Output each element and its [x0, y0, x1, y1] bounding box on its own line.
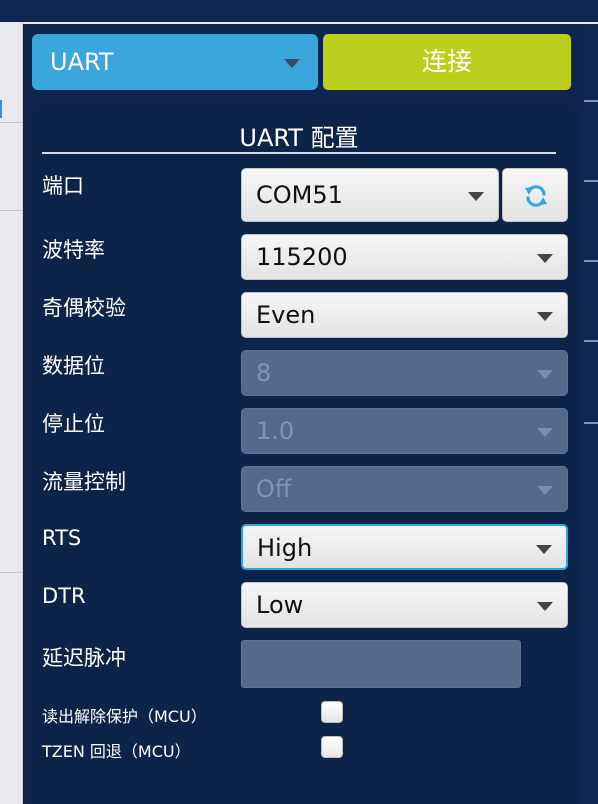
interface-mode-value: UART [50, 48, 114, 76]
port-label: 端口 [42, 174, 84, 198]
read-unprotect-label: 读出解除保护（MCU） [42, 707, 207, 726]
interface-mode-select[interactable]: UART [32, 34, 318, 90]
connect-button[interactable]: 连接 [323, 34, 571, 90]
rts-label: RTS [42, 526, 82, 550]
right-strip-tick [584, 422, 598, 424]
right-strip-tick [584, 340, 598, 342]
flow-control-value: Off [256, 475, 292, 503]
baudrate-label: 波特率 [42, 238, 105, 262]
refresh-icon [525, 185, 547, 207]
tzen-regression-checkbox[interactable] [321, 736, 343, 758]
read-unprotect-checkbox[interactable] [321, 701, 343, 723]
parity-value: Even [256, 301, 316, 329]
refresh-ports-button[interactable] [502, 168, 568, 222]
chevron-down-icon [537, 312, 553, 321]
left-panel-divider [0, 122, 22, 123]
dtr-select[interactable]: Low [241, 582, 568, 628]
uart-config-title: UART 配置 [239, 124, 359, 152]
right-strip-tick [584, 180, 598, 182]
dtr-label: DTR [42, 584, 86, 608]
delay-pulse-label: 延迟脉冲 [42, 646, 126, 670]
left-side-panel [0, 22, 23, 804]
right-strip-tick [584, 260, 598, 262]
stopbits-select: 1.0 [241, 408, 568, 454]
chevron-down-icon [536, 545, 552, 554]
port-value: COM51 [256, 181, 343, 209]
chevron-down-icon [537, 370, 553, 379]
chevron-down-icon [537, 486, 553, 495]
parity-select[interactable]: Even [241, 292, 568, 338]
chevron-down-icon [537, 254, 553, 263]
left-panel-divider [0, 572, 22, 573]
flow-control-select: Off [241, 466, 568, 512]
right-strip-tick [584, 100, 598, 102]
databits-value: 8 [256, 359, 272, 387]
left-panel-marker [0, 100, 2, 118]
chevron-down-icon [284, 59, 300, 68]
baudrate-value: 115200 [256, 243, 348, 271]
stopbits-value: 1.0 [256, 417, 295, 445]
rts-select[interactable]: High [241, 524, 568, 570]
delay-pulse-input [241, 640, 521, 688]
chevron-down-icon [468, 192, 484, 201]
header-divider [23, 22, 598, 24]
dtr-value: Low [256, 591, 304, 619]
parity-label: 奇偶校验 [42, 296, 126, 320]
top-bar [0, 0, 598, 22]
databits-label: 数据位 [42, 354, 105, 378]
chevron-down-icon [537, 428, 553, 437]
databits-select: 8 [241, 350, 568, 396]
left-panel-divider [0, 210, 22, 211]
stopbits-label: 停止位 [42, 412, 105, 436]
port-select[interactable]: COM51 [241, 168, 499, 222]
baudrate-select[interactable]: 115200 [241, 234, 568, 280]
flow-control-label: 流量控制 [42, 470, 126, 494]
chevron-down-icon [537, 602, 553, 611]
right-side-strip [578, 24, 598, 804]
title-underline [42, 152, 556, 154]
tzen-regression-label: TZEN 回退（MCU） [42, 742, 191, 761]
rts-value: High [257, 534, 313, 562]
